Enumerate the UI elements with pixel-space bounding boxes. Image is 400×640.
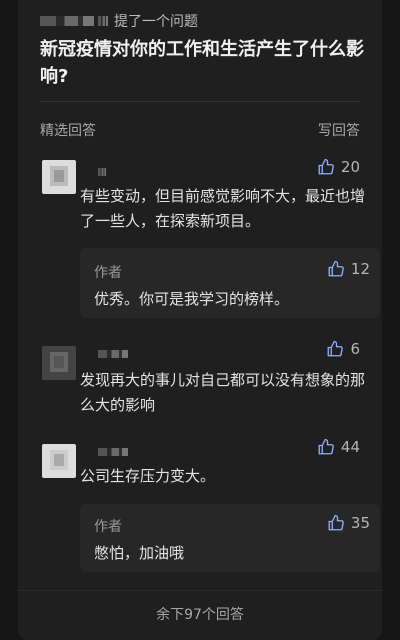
avatar[interactable]: [42, 160, 76, 194]
divider: [40, 101, 360, 102]
like-count: 6: [350, 340, 360, 358]
divider: [18, 590, 382, 591]
author-reply[interactable]: 作者 12 优秀。你可是我学习的榜样。: [80, 248, 380, 318]
like-button[interactable]: 12: [327, 260, 370, 278]
like-button[interactable]: 20: [317, 158, 360, 176]
avatar[interactable]: [42, 346, 76, 380]
avatar[interactable]: [42, 444, 76, 478]
like-count: 20: [340, 158, 360, 176]
thumbs-up-icon: [328, 340, 344, 357]
question-title[interactable]: 新冠疫情对你的工作和生活产生了什么影响?: [40, 36, 370, 90]
answer-text[interactable]: 发现再大的事儿对自己都可以没有想象的那么大的影响: [80, 368, 370, 418]
thumbs-up-icon: [328, 260, 344, 277]
like-count: 35: [350, 514, 370, 532]
reply-text: 优秀。你可是我学习的榜样。: [94, 290, 290, 308]
reply-author-label: 作者: [94, 265, 122, 281]
thumbs-up-icon: [318, 158, 334, 175]
author-name-redacted[interactable]: [98, 448, 128, 456]
asker-avatar-redacted: [98, 16, 108, 26]
asker-action: 提了一个问题: [114, 14, 198, 30]
section-label: 精选回答: [40, 123, 96, 139]
like-count: 44: [340, 438, 360, 456]
like-button[interactable]: 35: [327, 514, 370, 532]
author-name-redacted[interactable]: [98, 168, 106, 176]
answer-text[interactable]: 有些变动，但目前感觉影响不大，最近也增了一些人，在探索新项目。: [80, 184, 370, 234]
answer-text[interactable]: 公司生存压力变大。: [80, 464, 370, 489]
asker-name-redacted: [40, 16, 94, 26]
author-name-redacted[interactable]: [98, 350, 128, 358]
reply-author-label: 作者: [94, 519, 122, 535]
thumbs-up-icon: [328, 514, 344, 531]
like-count: 12: [350, 260, 370, 278]
write-answer-button[interactable]: 写回答: [318, 120, 360, 140]
like-button[interactable]: 6: [326, 340, 360, 358]
like-button[interactable]: 44: [317, 438, 360, 456]
thumbs-up-icon: [318, 438, 334, 455]
asker-row: 提了一个问题: [40, 12, 198, 30]
reply-text: 憋怕，加油哦: [94, 544, 185, 562]
more-answers-link[interactable]: 余下97个回答: [18, 604, 382, 624]
author-reply[interactable]: 作者 35 憋怕，加油哦: [80, 504, 380, 572]
question-card: 提了一个问题 新冠疫情对你的工作和生活产生了什么影响? 精选回答 写回答 20 …: [18, 0, 382, 640]
